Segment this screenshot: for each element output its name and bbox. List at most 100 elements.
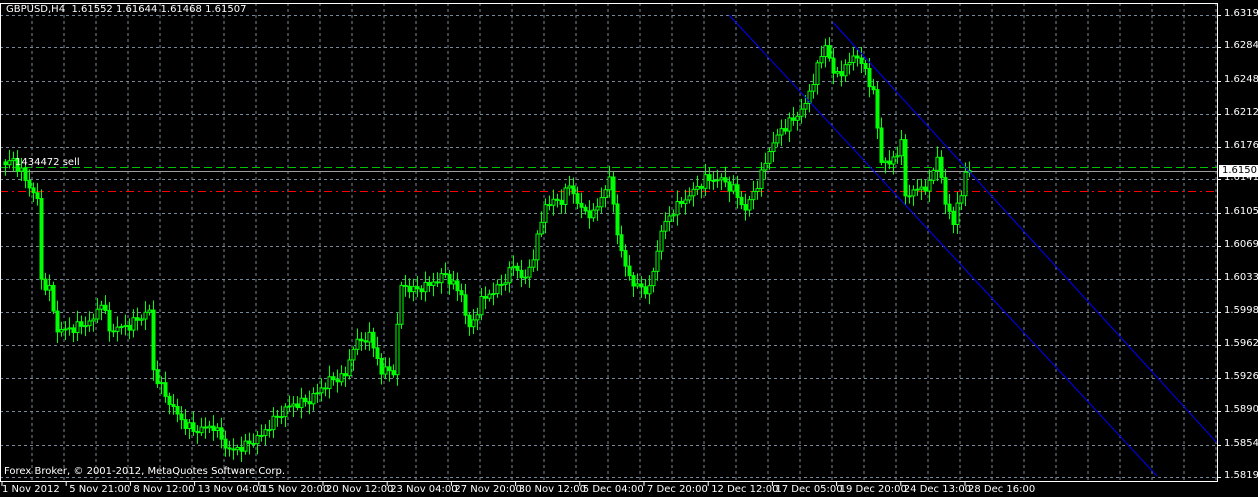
candle-body — [927, 179, 932, 192]
candle-body — [683, 199, 688, 205]
candle-body — [527, 266, 532, 278]
candle-body — [295, 403, 300, 409]
candle-body — [703, 174, 708, 189]
candle-body — [367, 331, 372, 343]
price-chart[interactable] — [0, 0, 1258, 497]
candle-body — [595, 206, 600, 211]
candle-body — [219, 427, 224, 440]
price-axis-label: 1.58900 — [1224, 404, 1258, 416]
candle-body — [651, 270, 656, 287]
candle-body — [215, 427, 220, 432]
candle-body — [915, 188, 920, 191]
candle-body — [311, 393, 316, 405]
candle-body — [323, 387, 328, 390]
candle-body — [579, 202, 584, 208]
candle-body — [615, 203, 620, 236]
time-axis-label: 23 Nov 04:00 — [390, 484, 458, 495]
candle-body — [919, 186, 924, 190]
candle-body — [407, 285, 412, 293]
candle-body — [99, 304, 104, 310]
candle-body — [275, 415, 280, 418]
candle-body — [471, 319, 476, 328]
candle-body — [835, 71, 840, 74]
candle-body — [455, 280, 460, 292]
candle-body — [103, 304, 108, 311]
candle-body — [375, 347, 380, 359]
candle-body — [771, 142, 776, 153]
candle-body — [379, 357, 384, 375]
candle-body — [335, 379, 340, 383]
candle-body — [859, 57, 864, 64]
candle-body — [947, 203, 952, 212]
candle-body — [263, 429, 268, 436]
candle-body — [383, 366, 388, 375]
price-axis-label: 1.59980 — [1224, 304, 1258, 316]
candle-body — [655, 250, 660, 272]
candle-body — [743, 204, 748, 211]
candle-body — [487, 293, 492, 299]
price-axis-label: 1.63190 — [1224, 8, 1258, 19]
time-axis-label: 24 Dec 13:00 — [903, 484, 972, 495]
candle-body — [95, 308, 100, 320]
ohlc-high: 1.61644 — [115, 4, 158, 15]
candle-body — [839, 71, 844, 77]
ohlc-low: 1.61468 — [160, 4, 202, 15]
candle-body — [559, 199, 564, 205]
candle-body — [255, 435, 260, 445]
candle-body — [551, 198, 556, 206]
time-axis-label: 20 Nov 12:00 — [326, 484, 394, 495]
time-axis-label: 30 Nov 12:00 — [518, 484, 587, 495]
candle-body — [195, 430, 200, 434]
candle-body — [155, 369, 160, 385]
candle-body — [479, 295, 484, 316]
candle-body — [763, 162, 768, 171]
candle-body — [963, 171, 968, 197]
candle-body — [23, 167, 28, 181]
candle-body — [235, 446, 240, 451]
candle-body — [411, 286, 416, 293]
candle-body — [111, 330, 116, 333]
candle-body — [955, 202, 960, 226]
candle-body — [459, 290, 464, 296]
copyright: Forex Broker, © 2001-2012, MetaQuotes So… — [4, 466, 286, 477]
candle-body — [783, 128, 788, 132]
price-axis-label: 1.62840 — [1224, 40, 1258, 52]
candle-body — [911, 189, 916, 197]
candle-body — [55, 310, 60, 333]
candle-body — [123, 324, 128, 328]
candle-body — [447, 273, 452, 285]
candle-body — [283, 406, 288, 418]
candle-body — [507, 267, 512, 284]
candle-body — [359, 338, 364, 342]
candle-body — [855, 55, 860, 59]
candle-body — [795, 115, 800, 121]
candle-body — [531, 259, 536, 268]
symbol-timeframe: GBPUSD,H4 — [6, 4, 66, 15]
price-axis-label: 1.60690 — [1224, 239, 1258, 250]
order-label[interactable]: 1434472 sell — [15, 157, 80, 168]
candle-body — [867, 67, 872, 88]
channel-line — [728, 14, 1158, 477]
candle-body — [3, 161, 8, 166]
candle-body — [127, 324, 132, 331]
candle-body — [671, 214, 676, 217]
candle-body — [731, 184, 736, 192]
candle-body — [271, 415, 276, 431]
candle-body — [787, 117, 792, 132]
time-axis-label: 27 Nov 20:00 — [454, 484, 522, 495]
candle-body — [943, 177, 948, 205]
candle-body — [119, 326, 124, 329]
candle-body — [315, 392, 320, 395]
candle-body — [695, 185, 700, 190]
candle-body — [803, 102, 808, 110]
candle-body — [875, 89, 880, 129]
candle-body — [903, 139, 908, 197]
candle-body — [395, 323, 400, 376]
candle-body — [399, 284, 404, 325]
candle-body — [179, 413, 184, 421]
candle-body — [791, 117, 796, 121]
candle-body — [823, 45, 828, 58]
price-axis-label: 1.62480 — [1224, 73, 1258, 85]
candle-body — [819, 56, 824, 64]
candle-body — [691, 188, 696, 197]
